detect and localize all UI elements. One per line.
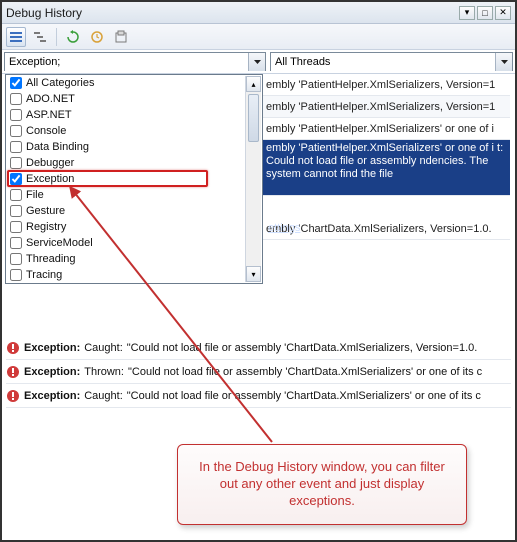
category-checkbox[interactable] (10, 109, 22, 121)
category-label: Gesture (26, 205, 65, 217)
filter-bar (2, 50, 515, 74)
list-view-button[interactable] (6, 27, 26, 47)
event-label: Exception: (24, 366, 80, 378)
category-label: Threading (26, 253, 76, 265)
callout-box: In the Debug History window, you can fil… (177, 444, 467, 525)
window-title: Debug History (6, 6, 457, 20)
category-label: ASP.NET (26, 109, 72, 121)
category-item-data-binding[interactable]: Data Binding (6, 139, 262, 155)
window-menu-button[interactable]: ▾ (459, 6, 475, 20)
category-label: All Categories (26, 77, 94, 89)
scroll-up-button[interactable]: ▴ (246, 76, 261, 92)
category-item-debugger[interactable]: Debugger (6, 155, 262, 171)
category-filter-input[interactable] (5, 53, 248, 71)
clock-button[interactable] (87, 27, 107, 47)
event-kind: Caught: (84, 390, 123, 402)
category-item-file[interactable]: File (6, 187, 262, 203)
category-filter-combo[interactable] (4, 52, 266, 71)
dropdown-scrollbar[interactable]: ▴ ▾ (245, 76, 261, 282)
event-message: "Could not load file or assembly 'ChartD… (127, 342, 478, 354)
event-row[interactable]: embly 'PatientHelper.XmlSerializers, Ver… (262, 74, 510, 96)
event-list-full: Exception: Caught: "Could not load file … (6, 336, 511, 408)
event-row[interactable]: embly 'PatientHelper.XmlSerializers, Ver… (262, 96, 510, 118)
history-button[interactable] (111, 27, 131, 47)
category-item-exception[interactable]: Exception (6, 171, 262, 187)
event-kind: Caught: (84, 342, 123, 354)
threads-dropdown-button[interactable] (495, 53, 512, 71)
event-row[interactable]: Exception: Thrown: "Could not load file … (6, 360, 511, 384)
category-item-all-categories[interactable]: All Categories (6, 75, 262, 91)
category-label: File (26, 189, 44, 201)
category-checkbox[interactable] (10, 269, 22, 281)
scroll-thumb[interactable] (248, 94, 259, 142)
body-area: All Categories ADO.NET ASP.NET Console Data … (2, 74, 515, 240)
category-checkbox[interactable] (10, 157, 22, 169)
event-label: Exception: (24, 342, 80, 354)
category-item-registry[interactable]: Registry (6, 219, 262, 235)
scroll-down-button[interactable]: ▾ (246, 266, 261, 282)
threads-filter-combo[interactable] (270, 52, 513, 71)
settings-link[interactable]: ettings (268, 222, 300, 234)
callout-text: In the Debug History window, you can fil… (199, 459, 445, 508)
chevron-down-icon (254, 60, 261, 64)
category-checkbox[interactable] (10, 93, 22, 105)
category-label: Registry (26, 221, 66, 233)
category-dropdown-button[interactable] (248, 53, 265, 71)
category-item-threading[interactable]: Threading (6, 251, 262, 267)
category-checkbox[interactable] (10, 253, 22, 265)
event-label: Exception: (24, 390, 80, 402)
close-button[interactable]: ✕ (495, 6, 511, 20)
category-item-tracing[interactable]: Tracing (6, 267, 262, 283)
exception-icon (6, 389, 20, 403)
event-row[interactable]: embly 'PatientHelper.XmlSerializers' or … (262, 118, 510, 140)
event-message: "Could not load file or assembly 'ChartD… (127, 390, 481, 402)
category-item-gesture[interactable]: Gesture (6, 203, 262, 219)
category-item-console[interactable]: Console (6, 123, 262, 139)
category-label: Tracing (26, 269, 62, 281)
event-row-selected[interactable]: embly 'PatientHelper.XmlSerializers' or … (262, 140, 510, 196)
category-checkbox[interactable] (10, 221, 22, 233)
event-message: "Could not load file or assembly 'ChartD… (128, 366, 482, 378)
event-row[interactable]: Exception: Caught: "Could not load file … (6, 384, 511, 408)
exception-icon (6, 365, 20, 379)
category-checkbox[interactable] (10, 173, 22, 185)
maximize-button[interactable]: □ (477, 6, 493, 20)
category-label: Console (26, 125, 66, 137)
category-checkbox[interactable] (10, 237, 22, 249)
exception-icon (6, 341, 20, 355)
category-item-ado-net[interactable]: ADO.NET (6, 91, 262, 107)
refresh-button[interactable] (63, 27, 83, 47)
category-label: Debugger (26, 157, 74, 169)
category-checkbox[interactable] (10, 205, 22, 217)
category-checkbox[interactable] (10, 77, 22, 89)
category-item-asp-net[interactable]: ASP.NET (6, 107, 262, 123)
category-checkbox[interactable] (10, 141, 22, 153)
category-dropdown-list[interactable]: All Categories ADO.NET ASP.NET Console Data … (5, 74, 263, 284)
tree-view-button[interactable] (30, 27, 50, 47)
category-label: Exception (26, 173, 74, 185)
category-label: Data Binding (26, 141, 89, 153)
toolbar (2, 24, 515, 50)
event-row[interactable]: Exception: Caught: "Could not load file … (6, 336, 511, 360)
titlebar: Debug History ▾ □ ✕ (2, 2, 515, 24)
category-label: ServiceModel (26, 237, 93, 249)
event-list-right: embly 'PatientHelper.XmlSerializers, Ver… (262, 74, 510, 240)
chevron-down-icon (501, 60, 508, 64)
category-checkbox[interactable] (10, 125, 22, 137)
category-checkbox[interactable] (10, 189, 22, 201)
category-label: ADO.NET (26, 93, 75, 105)
threads-filter-input[interactable] (271, 53, 495, 71)
category-item-servicemodel[interactable]: ServiceModel (6, 235, 262, 251)
event-kind: Thrown: (84, 366, 124, 378)
toolbar-separator (56, 28, 57, 46)
